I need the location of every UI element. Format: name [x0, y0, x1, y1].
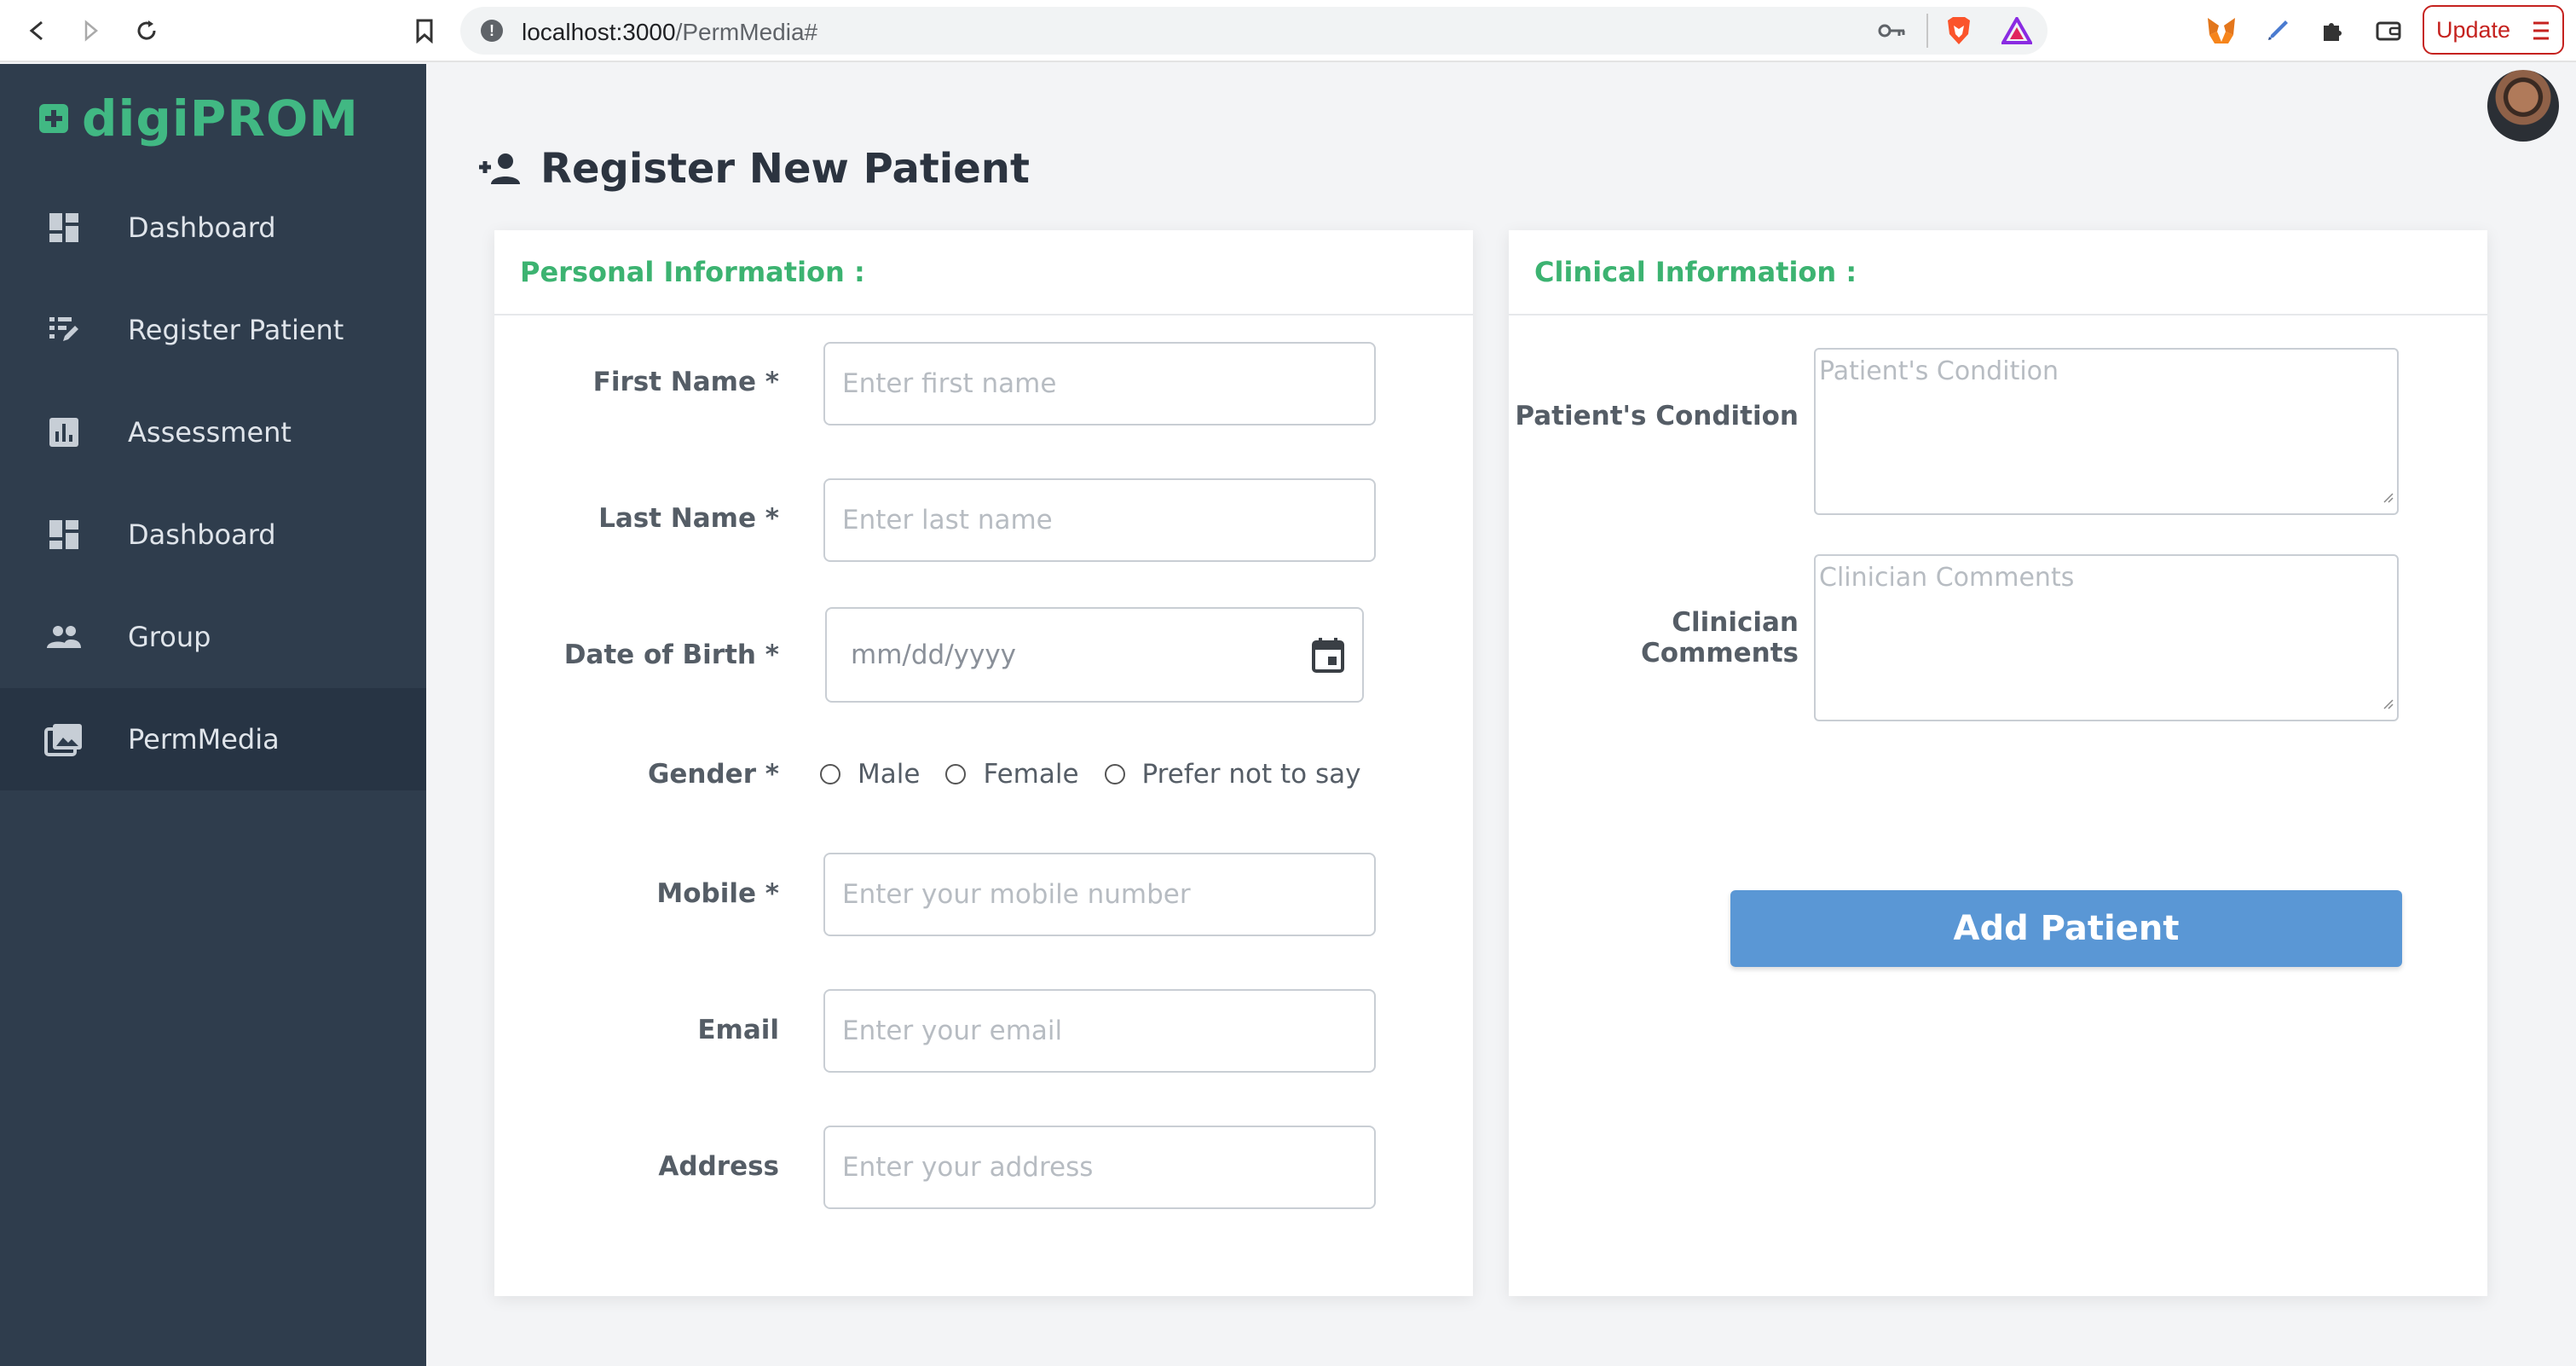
user-avatar[interactable]: [2487, 70, 2559, 142]
dashboard-icon: [43, 206, 85, 249]
url-divider: [1926, 14, 1928, 48]
sidebar-item-label: Dashboard: [128, 211, 276, 244]
logo-text: digiPROM: [82, 90, 359, 148]
media-icon: [43, 718, 85, 761]
brand-logo[interactable]: digiPROM: [38, 90, 359, 148]
sidebar: digiPROM Dashboard Register Patient Asse…: [0, 64, 426, 1366]
gender-option-male[interactable]: Male: [820, 759, 920, 790]
last-name-label: Last Name *: [598, 503, 779, 534]
email-label: Email: [697, 1015, 779, 1045]
sidebar-item-label: Register Patient: [128, 314, 344, 346]
forward-icon[interactable]: [72, 12, 109, 49]
brave-icon[interactable]: [1942, 14, 1976, 48]
page-header: Register New Patient: [477, 145, 1030, 193]
wallet-icon[interactable]: [2371, 14, 2406, 48]
mobile-label: Mobile *: [656, 878, 779, 909]
clinical-info-heading: Clinical Information :: [1509, 230, 2487, 315]
medical-cross-icon: [39, 104, 68, 133]
sidebar-item-group[interactable]: Group: [0, 586, 426, 688]
personal-info-heading: Personal Information :: [494, 230, 1473, 315]
mobile-input[interactable]: Enter your mobile number: [823, 853, 1376, 936]
gender-option-prefer-not-to-say[interactable]: Prefer not to say: [1104, 759, 1361, 790]
sidebar-item-assessment[interactable]: Assessment: [0, 381, 426, 483]
sidebar-item-permmedia[interactable]: PermMedia: [0, 688, 426, 790]
radio-button[interactable]: [1104, 764, 1125, 784]
pen-icon[interactable]: [2261, 14, 2295, 48]
sidebar-item-register-patient[interactable]: Register Patient: [0, 279, 426, 381]
personal-info-card: Personal Information : First Name * Ente…: [494, 230, 1473, 1296]
gender-option-label: Female: [983, 759, 1079, 790]
condition-placeholder: Patient's Condition: [1819, 356, 2059, 386]
triangle-icon[interactable]: [2000, 14, 2034, 48]
update-button[interactable]: Update: [2423, 5, 2564, 55]
sidebar-item-label: Assessment: [128, 416, 292, 449]
bookmark-icon[interactable]: [406, 12, 443, 49]
register-icon: [43, 309, 85, 351]
page-title: Register New Patient: [540, 145, 1030, 193]
email-input[interactable]: Enter your email: [823, 989, 1376, 1073]
address-input[interactable]: Enter your address: [823, 1126, 1376, 1209]
condition-textarea[interactable]: Patient's Condition: [1814, 348, 2399, 515]
puzzle-icon[interactable]: [2315, 14, 2349, 48]
address-label: Address: [658, 1151, 779, 1182]
update-label: Update: [2436, 16, 2511, 43]
add-patient-button[interactable]: Add Patient: [1730, 890, 2402, 967]
resize-handle-icon[interactable]: [2382, 480, 2394, 510]
sidebar-item-label: Dashboard: [128, 518, 276, 551]
dob-input[interactable]: mm/dd/yyyy: [825, 607, 1364, 703]
menu-icon: [2532, 20, 2550, 47]
info-icon[interactable]: !: [481, 20, 503, 42]
gender-radio-group: Male Female Prefer not to say: [820, 759, 1387, 790]
dob-label: Date of Birth *: [563, 640, 779, 670]
first-name-label: First Name *: [592, 367, 779, 397]
key-icon[interactable]: [1877, 19, 1906, 46]
back-icon[interactable]: [19, 12, 56, 49]
url-host: localhost:3000: [522, 19, 676, 45]
gender-option-label: Male: [858, 759, 921, 790]
chart-icon: [43, 411, 85, 454]
reload-icon[interactable]: [128, 12, 165, 49]
first-name-input[interactable]: Enter first name: [823, 342, 1376, 425]
dashboard-icon: [43, 513, 85, 556]
browser-toolbar: ! localhost:3000/PermMedia# Update: [0, 0, 2576, 62]
calendar-icon[interactable]: [1311, 636, 1345, 680]
comments-label: Clinician Comments: [1640, 607, 1799, 669]
url-text: localhost:3000/PermMedia#: [522, 19, 817, 46]
add-person-icon: [479, 153, 520, 184]
sidebar-item-label: Group: [128, 621, 211, 653]
radio-button[interactable]: [820, 764, 840, 784]
address-bar[interactable]: ! localhost:3000/PermMedia#: [460, 7, 2048, 55]
sidebar-item-label: PermMedia: [128, 723, 280, 755]
group-icon: [43, 616, 85, 658]
resize-handle-icon[interactable]: [2382, 686, 2394, 716]
comments-textarea[interactable]: Clinician Comments: [1814, 554, 2399, 721]
gender-option-female[interactable]: Female: [945, 759, 1079, 790]
condition-label: Patient's Condition: [1515, 401, 1799, 431]
last-name-input[interactable]: Enter last name: [823, 478, 1376, 562]
radio-button[interactable]: [945, 764, 967, 784]
sidebar-item-dashboard-2[interactable]: Dashboard: [0, 483, 426, 586]
metamask-icon[interactable]: [2204, 14, 2238, 48]
clinical-info-card: Clinical Information : Patient's Conditi…: [1509, 230, 2487, 1296]
url-path: /PermMedia#: [675, 19, 818, 45]
dob-placeholder: mm/dd/yyyy: [851, 640, 1017, 670]
gender-option-label: Prefer not to say: [1141, 759, 1361, 790]
gender-label: Gender *: [647, 759, 779, 790]
sidebar-item-dashboard[interactable]: Dashboard: [0, 177, 426, 279]
comments-placeholder: Clinician Comments: [1819, 563, 2075, 593]
